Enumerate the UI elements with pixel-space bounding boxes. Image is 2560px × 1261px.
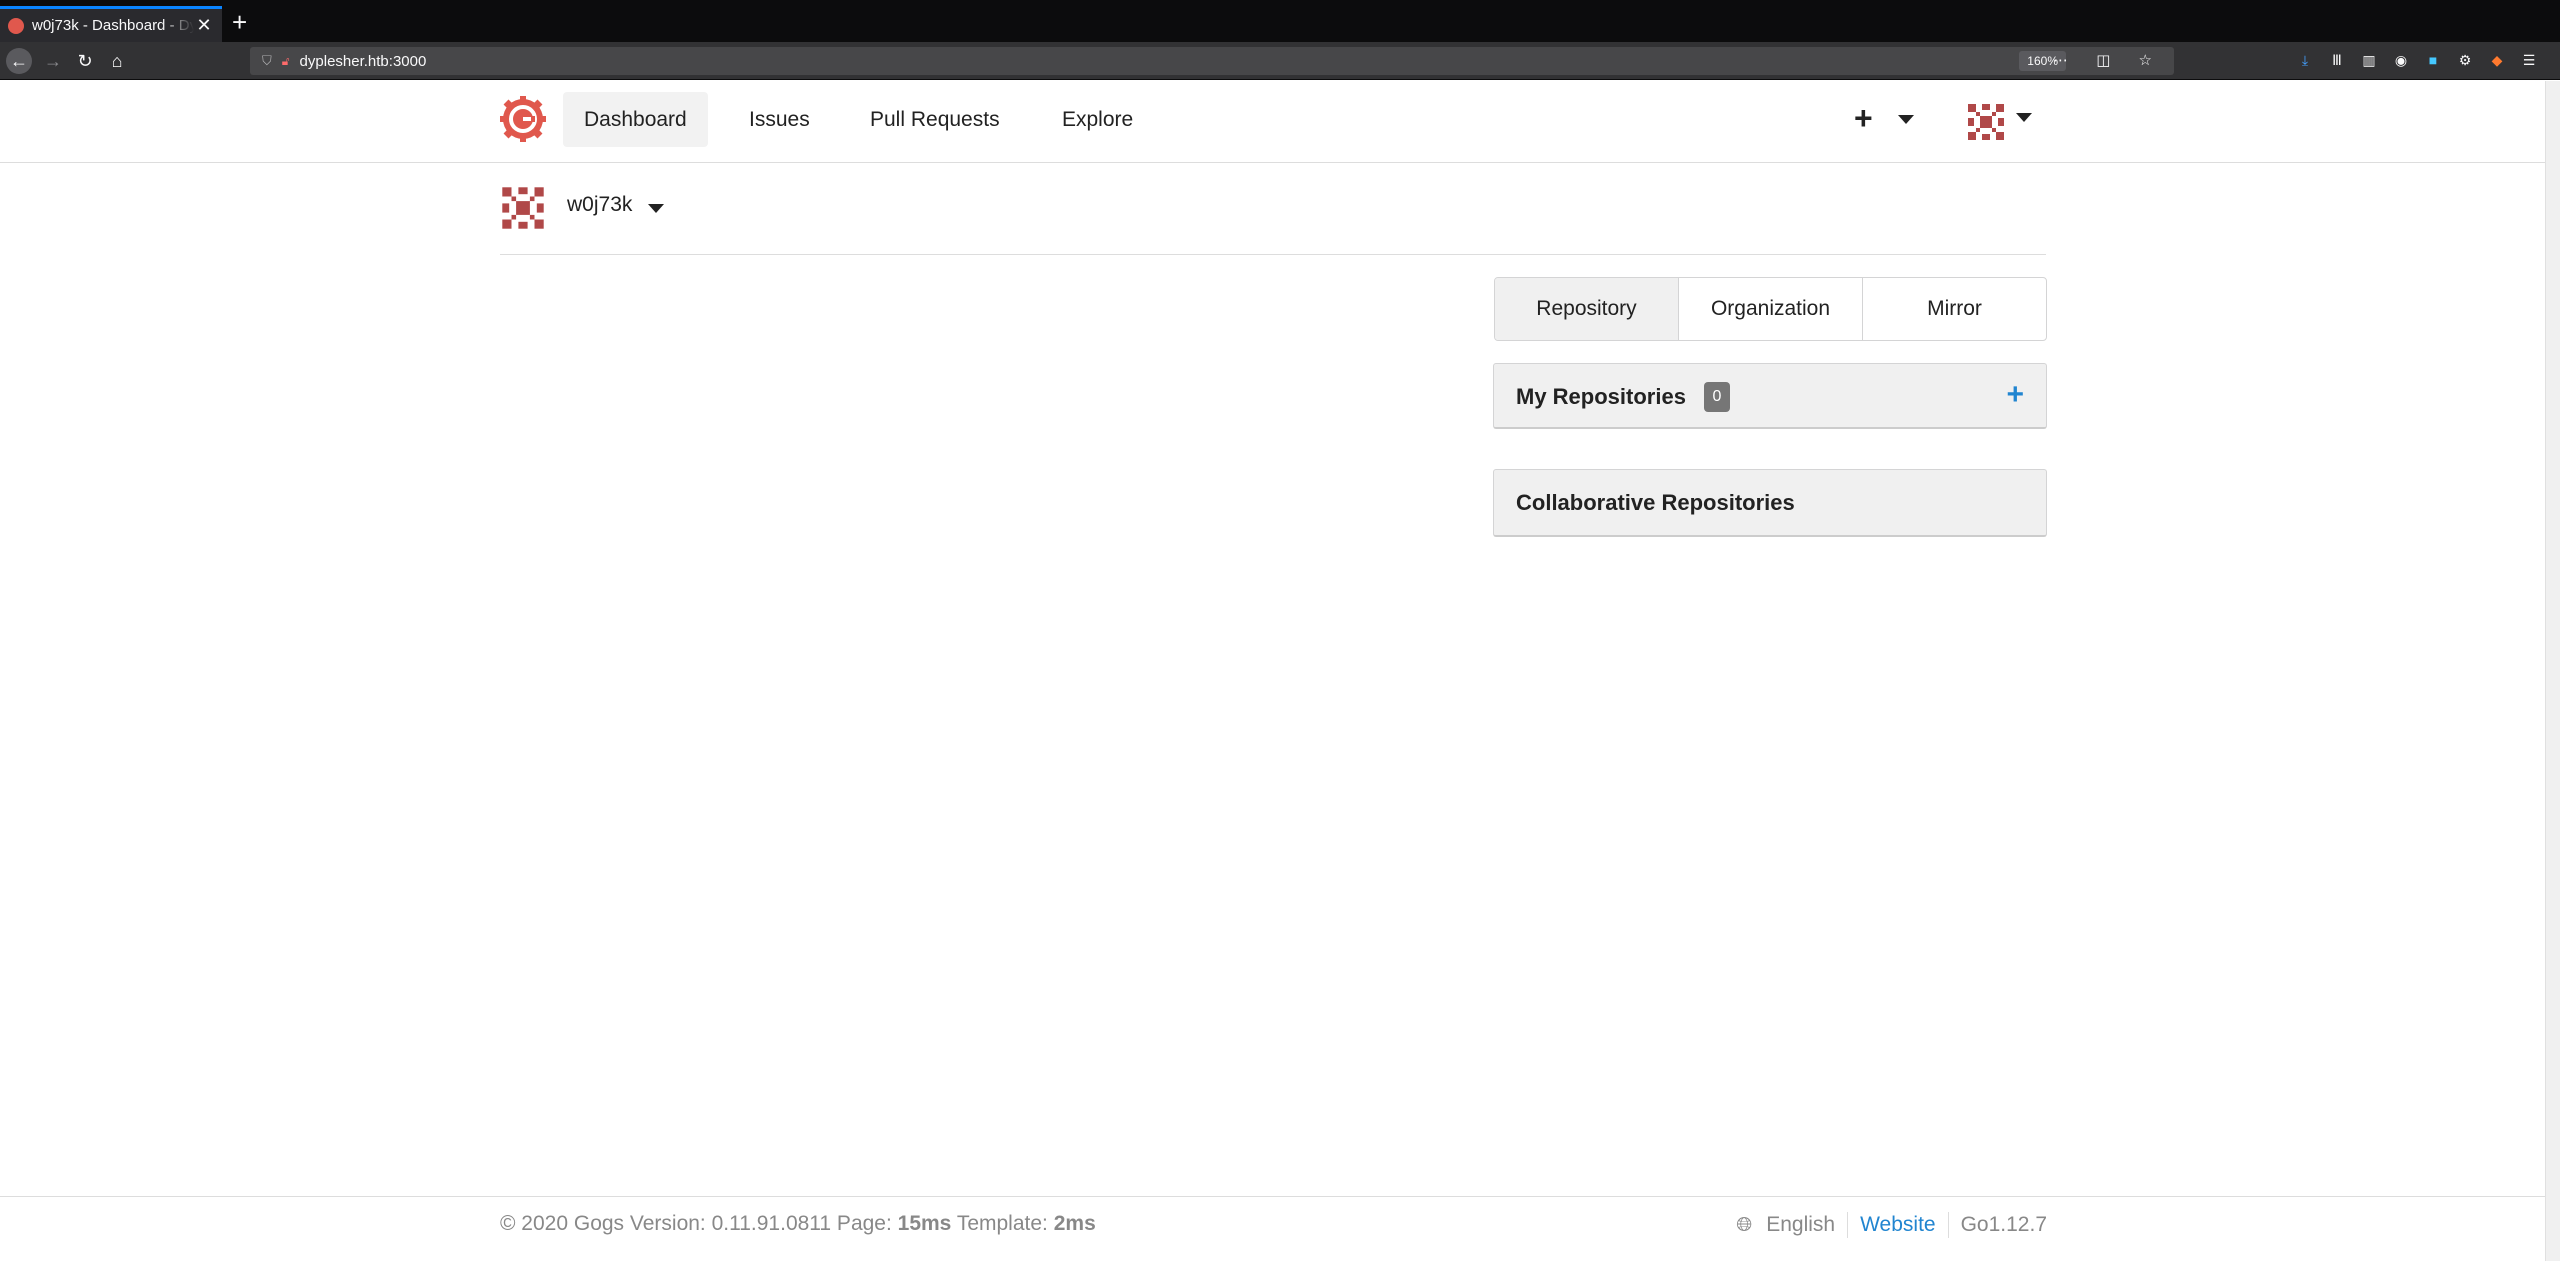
extension-fox-icon[interactable]: ◆	[2488, 51, 2506, 69]
browser-navbar: ← → ↻ ⌂ ⛉ 🔓︎ dyplesher.htb:3000 160% ⋯ ◫…	[0, 42, 2560, 80]
context-avatar[interactable]	[500, 185, 546, 231]
tab-mirror[interactable]: Mirror	[1863, 278, 2046, 340]
page: Dashboard Issues Pull Requests Explore +	[0, 81, 2545, 1261]
toolbar-icons: ⤓ Ⅲ ▥ ◉ ■ ⚙ ◆ ☰	[2296, 51, 2538, 69]
nav-explore[interactable]: Explore	[1041, 92, 1154, 147]
footer-divider	[1947, 1212, 1949, 1238]
browser-tabbar: w0j73k - Dashboard - Dyplesher ✕ +	[0, 0, 2560, 42]
user-menu-caret-icon[interactable]	[2016, 113, 2032, 122]
context-dropdown-caret-icon[interactable]	[648, 204, 664, 213]
tab-organization[interactable]: Organization	[1679, 278, 1863, 340]
new-tab-button[interactable]: +	[232, 8, 247, 36]
collaborative-repositories-title: Collaborative Repositories	[1516, 490, 1795, 515]
go-version: Go1.12.7	[1960, 1213, 2047, 1236]
footer-template-time: 2ms	[1053, 1212, 1096, 1235]
url-text[interactable]: dyplesher.htb:3000	[300, 53, 427, 70]
home-button[interactable]: ⌂	[104, 48, 130, 74]
website-link[interactable]: Website	[1860, 1213, 1935, 1237]
globe-icon: 🌐︎	[1736, 1213, 1753, 1236]
context-username[interactable]: w0j73k	[567, 193, 632, 217]
repo-type-tabs: Repository Organization Mirror	[1494, 277, 2047, 341]
tracking-shield-icon[interactable]: ⛉	[262, 53, 272, 69]
footer-version-info: © 2020 Gogs Version: 0.11.91.0811 Page: …	[500, 1212, 1096, 1236]
footer-page-time: 15ms	[897, 1212, 952, 1235]
account-icon[interactable]: ◉	[2392, 51, 2410, 69]
sidebar-icon[interactable]: ▥	[2360, 51, 2378, 69]
forward-button[interactable]: →	[40, 48, 66, 74]
site-footer: © 2020 Gogs Version: 0.11.91.0811 Page: …	[0, 1196, 2545, 1261]
back-button[interactable]: ←	[6, 48, 32, 74]
vertical-scrollbar[interactable]	[2545, 81, 2560, 1261]
close-tab-icon[interactable]: ✕	[194, 15, 214, 36]
context-switcher: w0j73k	[500, 183, 2046, 255]
footer-divider	[1847, 1212, 1849, 1238]
my-repositories-title: My Repositories	[1516, 384, 1686, 409]
add-repository-plus-icon[interactable]: +	[2006, 378, 2024, 412]
extension-save-icon[interactable]: ■	[2424, 51, 2442, 69]
reload-button[interactable]: ↻	[72, 48, 98, 74]
footer-copyright: © 2020 Gogs Version: 0.11.91.0811 Page:	[500, 1212, 898, 1235]
tab-repository[interactable]: Repository	[1495, 278, 1679, 340]
nav-issues[interactable]: Issues	[728, 92, 831, 147]
menu-icon[interactable]: ☰	[2520, 51, 2538, 69]
extension-gear-icon[interactable]: ⚙	[2456, 51, 2474, 69]
download-icon[interactable]: ⤓	[2296, 51, 2314, 69]
insecure-lock-icon[interactable]: 🔓︎	[282, 54, 290, 69]
footer-template-label: Template:	[951, 1212, 1054, 1235]
gogs-logo-icon[interactable]	[500, 96, 546, 142]
nav-dashboard[interactable]: Dashboard	[563, 92, 708, 147]
user-avatar[interactable]	[1966, 102, 2006, 142]
my-repositories-panel: My Repositories 0 +	[1493, 363, 2047, 429]
browser-tab[interactable]: w0j73k - Dashboard - Dyplesher ✕	[0, 6, 222, 42]
footer-links: 🌐︎ English Website Go1.12.7	[1736, 1212, 2047, 1238]
nav-pull-requests[interactable]: Pull Requests	[849, 92, 1021, 147]
repo-count-badge: 0	[1704, 382, 1730, 412]
collaborative-repositories-panel: Collaborative Repositories	[1493, 469, 2047, 537]
url-bar[interactable]: ⛉ 🔓︎ dyplesher.htb:3000 160% ⋯ ◫ ☆	[250, 47, 2174, 75]
tab-title: w0j73k - Dashboard - Dyplesher	[32, 17, 194, 34]
page-actions-icons[interactable]: ⋯ ◫ ☆	[2053, 51, 2164, 69]
create-new-plus-icon[interactable]: +	[1854, 101, 1873, 135]
create-dropdown-caret-icon[interactable]	[1898, 115, 1914, 124]
library-icon[interactable]: Ⅲ	[2328, 51, 2346, 69]
site-header: Dashboard Issues Pull Requests Explore +	[0, 81, 2545, 163]
language-selector[interactable]: English	[1766, 1213, 1835, 1237]
gogs-favicon-icon	[8, 17, 24, 34]
